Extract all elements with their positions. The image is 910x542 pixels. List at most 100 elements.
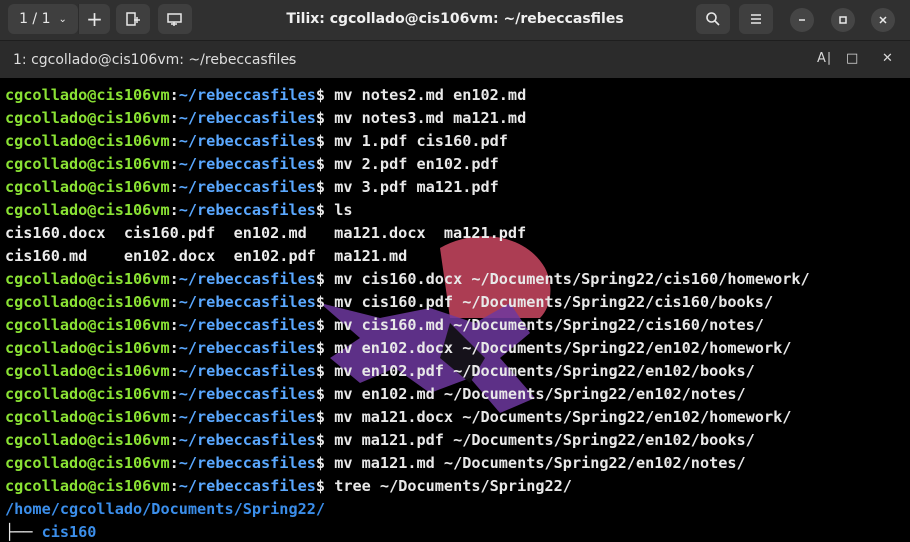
prompt-symbol: $ [315,293,335,311]
prompt-separator: : [169,270,179,288]
terminal-area[interactable]: cgcollado@cis106vm:~/rebeccasfiles$ mv n… [0,78,910,542]
maximize-terminal-icon[interactable]: □ [846,51,858,66]
prompt-symbol: $ [315,201,335,219]
prompt-separator: : [169,316,179,334]
terminal-line: cgcollado@cis106vm:~/rebeccasfiles$ ls [5,199,810,222]
terminal-line: cgcollado@cis106vm:~/rebeccasfiles$ mv c… [5,268,810,291]
terminal-line: cgcollado@cis106vm:~/rebeccasfiles$ mv c… [5,314,810,337]
prompt-user: cgcollado@cis106vm [5,431,170,449]
prompt-path: ~/rebeccasfiles [178,362,316,380]
terminal-title-bar: 1: cgcollado@cis106vm: ~/rebeccasfiles ⌄… [0,41,910,78]
terminal-line: cis160.md en102.docx en102.pdf ma121.md [5,245,810,268]
prompt-symbol: $ [315,109,335,127]
tree-root: /home/cgcollado/Documents/Spring22/ [5,500,326,518]
prompt-path: ~/rebeccasfiles [178,109,316,127]
prompt-symbol: $ [315,270,335,288]
command-text: mv cis160.pdf ~/Documents/Spring22/cis16… [334,293,774,311]
prompt-separator: : [169,86,179,104]
prompt-user: cgcollado@cis106vm [5,477,170,495]
chevron-down-icon: ⌄ [58,13,67,25]
command-text: mv 1.pdf cis160.pdf [334,132,508,150]
prompt-user: cgcollado@cis106vm [5,408,170,426]
terminal-line: cgcollado@cis106vm:~/rebeccasfiles$ mv n… [5,107,810,130]
command-text: tree ~/Documents/Spring22/ [334,477,572,495]
main-menu-button[interactable] [739,4,773,34]
prompt-user: cgcollado@cis106vm [5,132,170,150]
prompt-user: cgcollado@cis106vm [5,316,170,334]
terminal-line: cgcollado@cis106vm:~/rebeccasfiles$ mv 2… [5,153,810,176]
prompt-symbol: $ [315,431,335,449]
prompt-path: ~/rebeccasfiles [178,316,316,334]
chevron-down-icon[interactable]: ⌄ [286,53,294,64]
command-text: mv 2.pdf en102.pdf [334,155,499,173]
prompt-path: ~/rebeccasfiles [178,385,316,403]
split-vertical-button[interactable] [158,4,192,34]
prompt-user: cgcollado@cis106vm [5,293,170,311]
prompt-path: ~/rebeccasfiles [178,270,316,288]
prompt-path: ~/rebeccasfiles [178,454,316,472]
prompt-separator: : [169,431,179,449]
maximize-button[interactable] [831,8,855,32]
command-text: ls [334,201,353,219]
close-icon [879,16,887,24]
prompt-path: ~/rebeccasfiles [178,408,316,426]
prompt-user: cgcollado@cis106vm [5,109,170,127]
search-icon [706,12,720,26]
prompt-symbol: $ [315,454,335,472]
prompt-separator: : [169,477,179,495]
prompt-user: cgcollado@cis106vm [5,201,170,219]
close-button[interactable] [871,8,895,32]
split-vertical-icon [167,13,182,26]
prompt-user: cgcollado@cis106vm [5,362,170,380]
command-text: mv 3.pdf ma121.pdf [334,178,499,196]
tree-item: cis160 [41,523,97,541]
prompt-user: cgcollado@cis106vm [5,385,170,403]
minimize-icon [799,19,805,21]
read-only-icon[interactable]: A∣ [817,51,832,66]
terminal-output: cgcollado@cis106vm:~/rebeccasfiles$ mv n… [5,84,810,542]
prompt-separator: : [169,339,179,357]
prompt-separator: : [169,132,179,150]
command-text: mv cis160.md ~/Documents/Spring22/cis160… [334,316,764,334]
terminal-line: /home/cgcollado/Documents/Spring22/ [5,498,810,521]
terminal-line: cgcollado@cis106vm:~/rebeccasfiles$ tree… [5,475,810,498]
command-text: mv notes3.md ma121.md [334,109,527,127]
prompt-separator: : [169,362,179,380]
close-terminal-icon[interactable]: ✕ [882,51,893,66]
command-text: mv en102.md ~/Documents/Spring22/en102/n… [334,385,746,403]
terminal-line: cis160.docx cis160.pdf en102.md ma121.do… [5,222,810,245]
command-text: mv cis160.docx ~/Documents/Spring22/cis1… [334,270,810,288]
ls-output-line: cis160.md en102.docx en102.pdf ma121.md [5,247,408,265]
ls-output-line: cis160.docx cis160.pdf en102.md ma121.do… [5,224,527,242]
prompt-symbol: $ [315,132,335,150]
terminal-line: cgcollado@cis106vm:~/rebeccasfiles$ mv 1… [5,130,810,153]
prompt-symbol: $ [315,155,335,173]
command-text: mv ma121.md ~/Documents/Spring22/en102/n… [334,454,746,472]
terminal-title[interactable]: 1: cgcollado@cis106vm: ~/rebeccasfiles [13,52,296,68]
prompt-path: ~/rebeccasfiles [178,201,316,219]
prompt-path: ~/rebeccasfiles [178,431,316,449]
terminal-line: ├── cis160 [5,521,810,542]
prompt-user: cgcollado@cis106vm [5,270,170,288]
prompt-symbol: $ [315,362,335,380]
prompt-separator: : [169,385,179,403]
prompt-separator: : [169,155,179,173]
command-text: mv notes2.md en102.md [334,86,527,104]
search-button[interactable] [696,4,730,34]
minimize-button[interactable] [790,8,814,32]
terminal-line: cgcollado@cis106vm:~/rebeccasfiles$ mv c… [5,291,810,314]
prompt-path: ~/rebeccasfiles [178,132,316,150]
prompt-symbol: $ [315,339,335,357]
prompt-symbol: $ [315,477,335,495]
prompt-symbol: $ [315,408,335,426]
prompt-separator: : [169,201,179,219]
command-text: mv en102.docx ~/Documents/Spring22/en102… [334,339,792,357]
add-session-button[interactable]: + [78,4,110,34]
split-horizontal-icon [126,12,140,26]
prompt-user: cgcollado@cis106vm [5,339,170,357]
terminal-line: cgcollado@cis106vm:~/rebeccasfiles$ mv 3… [5,176,810,199]
prompt-symbol: $ [315,178,335,196]
split-horizontal-button[interactable] [116,4,150,34]
session-switcher-button[interactable]: 1 / 1 ⌄ [8,4,78,34]
prompt-symbol: $ [315,86,335,104]
